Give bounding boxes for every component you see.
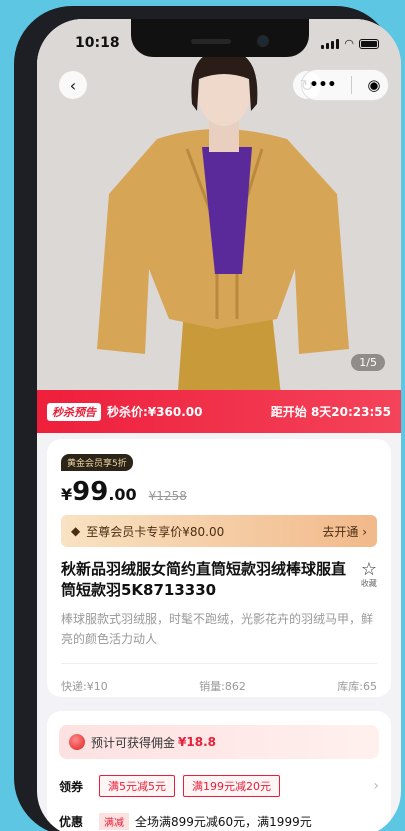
- wifi-icon: ◠: [344, 37, 354, 50]
- flash-sale-price: 秒杀价:¥360.00: [107, 405, 203, 419]
- back-icon: ‹: [69, 75, 77, 95]
- divider: [61, 663, 377, 664]
- price-decimal: .00: [108, 485, 137, 504]
- mini-program-capsule: ••• ◉: [301, 69, 389, 101]
- favorite-button[interactable]: ☆ 收藏: [361, 559, 377, 601]
- commission-text: 预计可获得佣金: [91, 735, 176, 750]
- phone-frame: 1/5 10:18 ◠ ‹ ↻ ••• ◉ 秒杀预告 秒杀价:¥360.00 距…: [14, 6, 401, 831]
- app-screen: 1/5 10:18 ◠ ‹ ↻ ••• ◉ 秒杀预告 秒杀价:¥360.00 距…: [37, 19, 401, 831]
- signal-icon: [321, 38, 340, 49]
- shipping-fee: 快递:¥10: [61, 680, 108, 693]
- sales-count: 销量:862: [199, 680, 246, 693]
- vip-badge: 黄金会员享5折: [61, 454, 133, 471]
- title-row: 秋新品羽绒服女简约直筒短款羽绒棒球服直筒短款羽5K8713330 ☆ 收藏: [61, 559, 377, 601]
- more-icon[interactable]: •••: [310, 77, 337, 93]
- product-stats: 快递:¥10 销量:862 库库:65: [61, 678, 377, 694]
- currency-symbol: ¥: [61, 485, 73, 504]
- product-description: 棒球服款式羽绒服，时髦不跑绒，光影花卉的羽绒马甲，鲜亮的颜色活力动人: [61, 612, 374, 646]
- product-title: 秋新品羽绒服女简约直筒短款羽绒棒球服直筒短款羽5K8713330: [61, 560, 347, 599]
- diamond-icon: ◆: [71, 524, 81, 538]
- back-button[interactable]: ‹: [59, 71, 87, 99]
- favorite-label: 收藏: [360, 579, 377, 588]
- member-card-action[interactable]: 去开通 ›: [322, 523, 367, 540]
- chevron-right-icon: ›: [373, 778, 379, 794]
- flash-sale-tag: 秒杀预告: [47, 402, 101, 421]
- promo-label: 优惠: [59, 815, 84, 829]
- battery-icon: [359, 38, 379, 49]
- star-icon: ☆: [360, 559, 377, 580]
- coupon-2[interactable]: 满199元减20元: [183, 775, 280, 797]
- commission-value: ¥18.8: [178, 735, 216, 749]
- coupon-1[interactable]: 满5元减5元: [99, 775, 175, 797]
- product-info-card: 黄金会员享5折 ¥ 99 .00 ¥1258 ◆ 至尊会员卡专享价¥80.00 …: [47, 439, 391, 697]
- commission-banner: 预计可获得佣金 ¥18.8: [59, 725, 379, 759]
- coupons-row[interactable]: 领券 满5元减5元 满199元减20元 ›: [59, 775, 379, 797]
- member-card-banner[interactable]: ◆ 至尊会员卡专享价¥80.00 去开通 ›: [61, 515, 377, 547]
- coupons-label: 领券: [59, 779, 84, 794]
- coin-icon: [69, 734, 85, 750]
- close-icon[interactable]: ◉: [367, 76, 380, 94]
- original-price: ¥1258: [148, 489, 187, 503]
- image-counter: 1/5: [351, 354, 385, 371]
- promo-text: 全场满899元减60元，满1999元: [135, 815, 312, 829]
- stock-count: 库库:65: [337, 680, 377, 693]
- promo-row[interactable]: 优惠 满减 全场满899元减60元，满1999元: [59, 813, 379, 830]
- status-time: 10:18: [75, 35, 120, 51]
- status-icons: ◠: [321, 37, 379, 50]
- member-card-text: 至尊会员卡专享价¥80.00: [86, 524, 225, 539]
- countdown: 距开始 8天20:23:55: [270, 405, 391, 419]
- price-integer: 99: [72, 477, 109, 507]
- promo-tag: 满减: [99, 813, 129, 830]
- flash-sale-banner: 秒杀预告 秒杀价:¥360.00 距开始 8天20:23:55: [37, 390, 401, 433]
- notch: [131, 19, 309, 57]
- price-row: ¥ 99 .00 ¥1258: [61, 477, 377, 507]
- promotions-card: 预计可获得佣金 ¥18.8 领券 满5元减5元 满199元减20元 › 优惠 满…: [47, 711, 391, 831]
